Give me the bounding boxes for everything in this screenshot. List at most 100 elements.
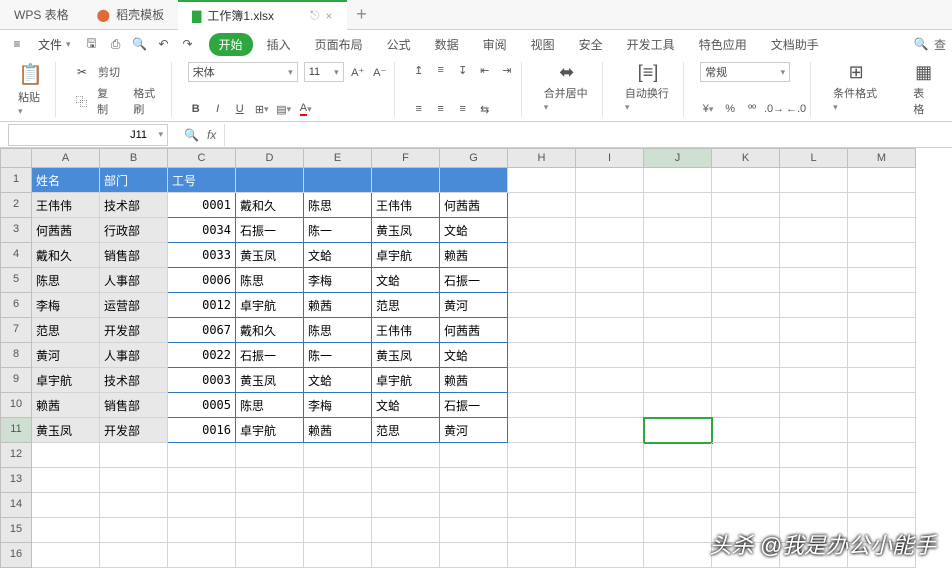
cell-M10[interactable] bbox=[848, 393, 916, 418]
cell-J9[interactable] bbox=[644, 368, 712, 393]
row-header-13[interactable]: 13 bbox=[0, 468, 32, 493]
col-header-F[interactable]: F bbox=[372, 148, 440, 168]
cell-K4[interactable] bbox=[712, 243, 780, 268]
cell-L2[interactable] bbox=[780, 193, 848, 218]
align-center-icon[interactable]: ≡ bbox=[433, 101, 449, 117]
cell-K5[interactable] bbox=[712, 268, 780, 293]
italic-button[interactable]: I bbox=[210, 101, 226, 117]
cell-E1[interactable] bbox=[304, 168, 372, 193]
row-header-4[interactable]: 4 bbox=[0, 243, 32, 268]
align-top-icon[interactable]: ↥ bbox=[411, 62, 427, 78]
percent-icon[interactable]: % bbox=[722, 101, 738, 117]
row-header-6[interactable]: 6 bbox=[0, 293, 32, 318]
cell-H9[interactable] bbox=[508, 368, 576, 393]
cell-L7[interactable] bbox=[780, 318, 848, 343]
cell-K1[interactable] bbox=[712, 168, 780, 193]
cell-E12[interactable] bbox=[304, 443, 372, 468]
cell-F8[interactable]: 黄玉凤 bbox=[372, 343, 440, 368]
cell-L8[interactable] bbox=[780, 343, 848, 368]
cell-F9[interactable]: 卓宇航 bbox=[372, 368, 440, 393]
cell-J13[interactable] bbox=[644, 468, 712, 493]
cell-A9[interactable]: 卓宇航 bbox=[32, 368, 100, 393]
cell-L5[interactable] bbox=[780, 268, 848, 293]
cell-B5[interactable]: 人事部 bbox=[100, 268, 168, 293]
cell-H1[interactable] bbox=[508, 168, 576, 193]
cell-J2[interactable] bbox=[644, 193, 712, 218]
cell-I9[interactable] bbox=[576, 368, 644, 393]
cell-K3[interactable] bbox=[712, 218, 780, 243]
cell-A14[interactable] bbox=[32, 493, 100, 518]
cell-M16[interactable] bbox=[848, 543, 916, 568]
cell-C1[interactable]: 工号 bbox=[168, 168, 236, 193]
paste-button[interactable]: 📋粘贴▾ bbox=[12, 62, 49, 117]
wrap-text-button[interactable]: [≡]自动换行▾ bbox=[619, 62, 677, 113]
row-header-1[interactable]: 1 bbox=[0, 168, 32, 193]
row-header-2[interactable]: 2 bbox=[0, 193, 32, 218]
cell-B14[interactable] bbox=[100, 493, 168, 518]
cell-F3[interactable]: 黄玉凤 bbox=[372, 218, 440, 243]
cell-F15[interactable] bbox=[372, 518, 440, 543]
row-header-7[interactable]: 7 bbox=[0, 318, 32, 343]
cell-G1[interactable] bbox=[440, 168, 508, 193]
cell-K10[interactable] bbox=[712, 393, 780, 418]
cell-I4[interactable] bbox=[576, 243, 644, 268]
col-header-G[interactable]: G bbox=[440, 148, 508, 168]
file-tab[interactable]: ▇工作簿1.xlsx⎋× bbox=[178, 0, 346, 30]
cell-M15[interactable] bbox=[848, 518, 916, 543]
cell-D9[interactable]: 黄玉凤 bbox=[236, 368, 304, 393]
cell-M7[interactable] bbox=[848, 318, 916, 343]
decrease-font-icon[interactable]: A⁻ bbox=[372, 64, 388, 80]
dec-decrease-icon[interactable]: ←.0 bbox=[788, 101, 804, 117]
cell-H8[interactable] bbox=[508, 343, 576, 368]
cell-J3[interactable] bbox=[644, 218, 712, 243]
cell-C3[interactable]: 0034 bbox=[168, 218, 236, 243]
cell-A11[interactable]: 黄玉凤 bbox=[32, 418, 100, 443]
cell-H14[interactable] bbox=[508, 493, 576, 518]
align-middle-icon[interactable]: ≡ bbox=[433, 62, 449, 78]
cell-L11[interactable] bbox=[780, 418, 848, 443]
cell-B6[interactable]: 运营部 bbox=[100, 293, 168, 318]
cell-E16[interactable] bbox=[304, 543, 372, 568]
menu-tab-3[interactable]: 公式 bbox=[377, 33, 421, 56]
save-icon[interactable]: 🖫 bbox=[81, 33, 103, 55]
row-header-16[interactable]: 16 bbox=[0, 543, 32, 568]
new-tab-button[interactable]: + bbox=[347, 4, 377, 25]
cell-E8[interactable]: 陈一 bbox=[304, 343, 372, 368]
cell-I6[interactable] bbox=[576, 293, 644, 318]
cell-M2[interactable] bbox=[848, 193, 916, 218]
number-format-select[interactable]: 常规▾ bbox=[700, 62, 790, 82]
cell-I14[interactable] bbox=[576, 493, 644, 518]
cell-A6[interactable]: 李梅 bbox=[32, 293, 100, 318]
cell-M6[interactable] bbox=[848, 293, 916, 318]
cell-E5[interactable]: 李梅 bbox=[304, 268, 372, 293]
cell-G5[interactable]: 石振一 bbox=[440, 268, 508, 293]
cell-M12[interactable] bbox=[848, 443, 916, 468]
cell-D6[interactable]: 卓宇航 bbox=[236, 293, 304, 318]
cell-A12[interactable] bbox=[32, 443, 100, 468]
cell-B4[interactable]: 销售部 bbox=[100, 243, 168, 268]
cell-D16[interactable] bbox=[236, 543, 304, 568]
cell-I5[interactable] bbox=[576, 268, 644, 293]
col-header-K[interactable]: K bbox=[712, 148, 780, 168]
cell-E13[interactable] bbox=[304, 468, 372, 493]
cell-E11[interactable]: 赖茜 bbox=[304, 418, 372, 443]
cell-H12[interactable] bbox=[508, 443, 576, 468]
cell-M8[interactable] bbox=[848, 343, 916, 368]
cell-M11[interactable] bbox=[848, 418, 916, 443]
cell-D13[interactable] bbox=[236, 468, 304, 493]
dec-increase-icon[interactable]: .0→ bbox=[766, 101, 782, 117]
undo-icon[interactable]: ↶ bbox=[153, 33, 175, 55]
cell-E10[interactable]: 李梅 bbox=[304, 393, 372, 418]
cell-A7[interactable]: 范思 bbox=[32, 318, 100, 343]
cell-H6[interactable] bbox=[508, 293, 576, 318]
align-right-icon[interactable]: ≡ bbox=[455, 101, 471, 117]
cell-D15[interactable] bbox=[236, 518, 304, 543]
cell-B12[interactable] bbox=[100, 443, 168, 468]
merge-across-icon[interactable]: ⇆ bbox=[477, 101, 493, 117]
col-header-M[interactable]: M bbox=[848, 148, 916, 168]
cell-J15[interactable] bbox=[644, 518, 712, 543]
cell-G13[interactable] bbox=[440, 468, 508, 493]
row-header-11[interactable]: 11 bbox=[0, 418, 32, 443]
cell-H3[interactable] bbox=[508, 218, 576, 243]
cell-G14[interactable] bbox=[440, 493, 508, 518]
